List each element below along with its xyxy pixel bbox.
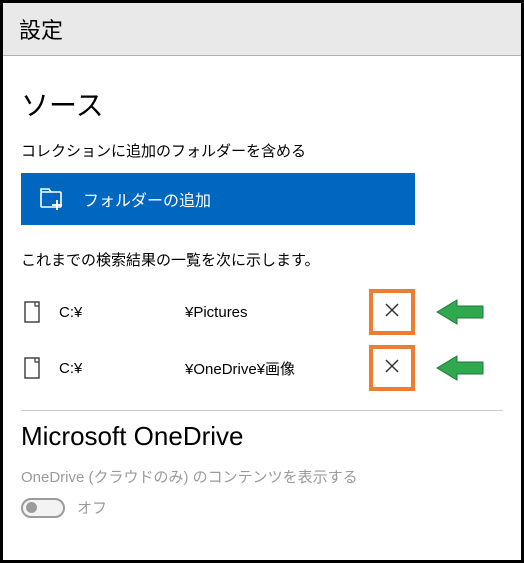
close-icon <box>384 358 400 378</box>
annotation-arrow-icon <box>435 296 485 328</box>
onedrive-toggle-row: オフ <box>21 497 503 518</box>
folder-path: ¥Pictures <box>185 304 365 321</box>
onedrive-toggle-state: オフ <box>77 497 107 518</box>
close-icon <box>384 302 400 322</box>
add-folder-icon <box>39 186 65 212</box>
folder-path: ¥OneDrive¥画像 <box>185 358 365 379</box>
results-label: これまでの検索結果の一覧を次に示します。 <box>21 249 503 270</box>
add-folder-button-label: フォルダーの追加 <box>83 187 211 211</box>
folder-row: C:¥ ¥Pictures <box>21 284 503 340</box>
window-title: 設定 <box>19 18 63 43</box>
section-divider <box>21 410 503 411</box>
toggle-knob <box>26 502 37 513</box>
source-heading: ソース <box>21 84 503 124</box>
settings-content: ソース コレクションに追加のフォルダーを含める フォルダーの追加 これまでの検索… <box>3 56 521 518</box>
folder-drive: C:¥ <box>45 304 185 321</box>
folder-icon <box>21 356 45 380</box>
folder-icon <box>21 300 45 324</box>
include-folders-label: コレクションに追加のフォルダーを含める <box>21 140 503 161</box>
remove-folder-button[interactable] <box>369 345 415 391</box>
annotation-arrow-icon <box>435 352 485 384</box>
folder-drive: C:¥ <box>45 360 185 377</box>
remove-folder-button[interactable] <box>369 289 415 335</box>
onedrive-toggle[interactable] <box>21 498 65 518</box>
onedrive-heading: Microsoft OneDrive <box>21 421 503 452</box>
add-folder-button[interactable]: フォルダーの追加 <box>21 173 415 225</box>
folder-row: C:¥ ¥OneDrive¥画像 <box>21 340 503 396</box>
onedrive-description: OneDrive (クラウドのみ) のコンテンツを表示する <box>21 466 503 487</box>
window-titlebar: 設定 <box>3 3 521 56</box>
